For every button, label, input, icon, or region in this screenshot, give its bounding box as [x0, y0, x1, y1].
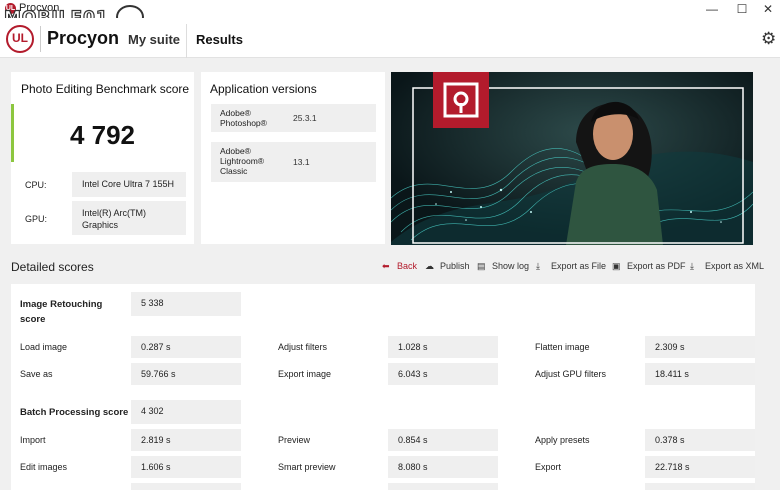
metric-value: 0.854 s [388, 429, 498, 451]
app-version: 13.1 [281, 142, 376, 182]
export-xml-label: Export as XML [705, 261, 765, 271]
cpu-value: Intel Core Ultra 7 155H [72, 172, 186, 197]
download-icon: ⤓ [690, 261, 694, 271]
benchmark-score: 4 792 [69, 120, 136, 150]
batch-processing-score: 4 302 [131, 400, 241, 424]
ul-logo: UL [6, 25, 34, 53]
app-versions-title: Application versions [210, 82, 317, 96]
metric-label: Edit images [20, 462, 68, 472]
save-icon: ▣ [612, 261, 621, 271]
tab-results[interactable]: Results [196, 32, 243, 47]
tab-my-suite[interactable]: My suite [128, 32, 180, 47]
minimize-button[interactable]: — [702, 1, 722, 17]
metric-value: 0.287 s [131, 336, 241, 358]
metric-label: Flatten image [535, 342, 590, 352]
metric-label: Export image [278, 369, 332, 379]
cloud-upload-icon: ☁ [425, 261, 434, 271]
app-versions-card: Application versions Adobe® Photoshop® 2… [201, 72, 385, 244]
maximize-button[interactable]: ☐ [732, 1, 752, 17]
image-retouching-label: Image Retouching score [20, 299, 103, 325]
hero-illustration [391, 72, 753, 245]
metric-label: Save as [20, 369, 53, 379]
back-arrow-icon: ⬅ [382, 261, 390, 271]
document-icon: ▤ [477, 261, 486, 271]
app-name: Adobe® Lightroom® Classic [211, 142, 281, 182]
app-version: 25.3.1 [281, 104, 376, 132]
metric-value: 0.378 s [645, 429, 755, 451]
publish-button[interactable]: ☁ Publish [425, 261, 470, 272]
metric-value: 2.309 s [645, 336, 755, 358]
metric-value: 1.028 s [388, 336, 498, 358]
benchmark-score-card: Photo Editing Benchmark score 4 792 CPU:… [11, 72, 194, 244]
hero-image [391, 72, 753, 245]
download-icon: ⤓ [536, 261, 540, 271]
app-name: Adobe® Photoshop® [211, 104, 281, 132]
metric-label: Load image [20, 342, 68, 352]
metric-label: Adjust GPU filters [535, 369, 607, 379]
export-xml-button[interactable]: ⤓ Export as XML [690, 261, 764, 272]
metric-label: Import [20, 435, 46, 445]
gpu-label: GPU: [25, 214, 48, 224]
brand-name: Procyon [47, 28, 120, 48]
metric-value: 1.606 s [131, 456, 241, 478]
metric-label: Apply presets [535, 435, 590, 445]
detailed-scores-panel: Image Retouching score 5 338 Load image … [11, 284, 755, 490]
gpu-value: Intel(R) Arc(TM) Graphics [72, 201, 186, 235]
show-log-button[interactable]: ▤ Show log [477, 261, 529, 272]
metric-value: 2.819 s [131, 429, 241, 451]
metric-label: Adjust filters [278, 342, 328, 352]
export-file-label: Export as File [551, 261, 607, 271]
metric-value-partial [388, 483, 498, 490]
metric-value-partial [645, 483, 755, 490]
score-title: Photo Editing Benchmark score [21, 82, 190, 96]
export-pdf-button[interactable]: ▣ Export as PDF [612, 261, 686, 272]
app-header: UL Procyon My suite Results ⚙ [0, 18, 780, 58]
metric-label: Smart preview [278, 462, 336, 472]
publish-label: Publish [440, 261, 470, 271]
gear-icon[interactable]: ⚙ [761, 29, 776, 49]
metric-value: 6.043 s [388, 363, 498, 385]
metric-value: 18.411 s [645, 363, 755, 385]
export-pdf-label: Export as PDF [627, 261, 686, 271]
image-retouching-score: 5 338 [131, 292, 241, 316]
export-file-button[interactable]: ⤓ Export as File [536, 261, 606, 272]
metric-label: Preview [278, 435, 311, 445]
cpu-label: CPU: [25, 180, 47, 190]
detailed-scores-title: Detailed scores [11, 260, 94, 274]
back-label: Back [397, 261, 418, 271]
metric-label: Export [535, 462, 562, 472]
show-log-label: Show log [492, 261, 530, 271]
divider [186, 24, 187, 58]
close-button[interactable]: ✕ [758, 1, 778, 17]
metric-value: 22.718 s [645, 456, 755, 478]
metric-value: 8.080 s [388, 456, 498, 478]
metric-value-partial [131, 483, 241, 490]
batch-processing-label: Batch Processing score [20, 407, 129, 418]
metric-value: 59.766 s [131, 363, 241, 385]
back-button[interactable]: ⬅ Back [382, 261, 417, 272]
divider [40, 26, 41, 52]
